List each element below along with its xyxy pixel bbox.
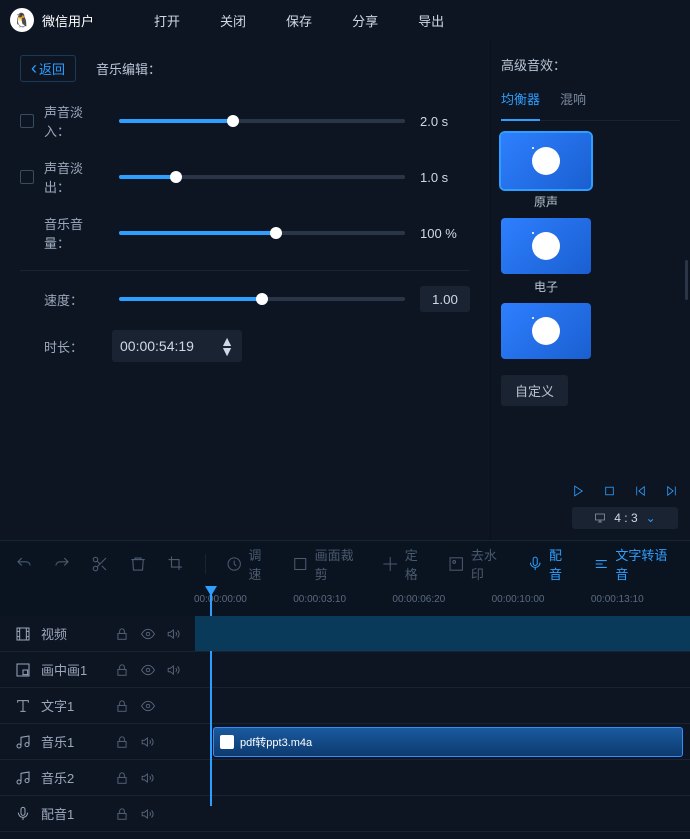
fx-tabs: 均衡器 混响 <box>501 89 680 121</box>
music-icon <box>15 734 31 750</box>
mic-icon <box>15 806 31 822</box>
panel-title: 音乐编辑： <box>96 59 161 78</box>
speed-row: 速度： <box>20 286 470 312</box>
delete-button[interactable] <box>129 555 147 573</box>
cut-button[interactable] <box>91 555 109 573</box>
lock-icon[interactable] <box>115 735 129 749</box>
preset-item[interactable] <box>501 303 591 359</box>
duration-input[interactable]: 00:00:54:19 ▲▼ <box>112 330 242 362</box>
fade-out-row: 声音淡出： 1.0 s <box>20 158 470 196</box>
fade-out-label: 声音淡出： <box>44 158 104 196</box>
sound-icon[interactable] <box>167 627 181 641</box>
volume-label: 音乐音量： <box>44 214 104 252</box>
speed-button[interactable]: 调速 <box>226 545 272 583</box>
volume-row: 音乐音量： 100 % <box>20 214 470 252</box>
lock-icon[interactable] <box>115 663 129 677</box>
preset-original[interactable]: 原声 <box>501 133 591 210</box>
track-dub: 配音1 <box>0 796 690 832</box>
lock-icon[interactable] <box>115 771 129 785</box>
crop-tool-button[interactable] <box>167 555 185 573</box>
track-music1: 音乐1 pdf转ppt3.m4a <box>0 724 690 760</box>
fade-in-label: 声音淡入： <box>44 102 104 140</box>
next-icon[interactable] <box>665 483 678 499</box>
dial-icon <box>532 147 560 175</box>
menu-export[interactable]: 导出 <box>418 11 444 30</box>
crop-button[interactable]: 画面裁剪 <box>292 545 362 583</box>
preset-list: 原声 电子 自定义 <box>501 133 680 406</box>
menu-save[interactable]: 保存 <box>286 11 312 30</box>
aspect-selector[interactable]: 4 : 3 ⌄ <box>572 507 678 529</box>
duration-label: 时长： <box>44 337 104 356</box>
film-icon <box>15 626 31 642</box>
timeline-ruler[interactable]: 00:00:00:00 00:00:03:10 00:00:06:20 00:0… <box>0 586 690 616</box>
fade-out-slider[interactable] <box>119 175 405 179</box>
back-button[interactable]: 返回 <box>20 55 76 82</box>
top-bar: 🐧 微信用户 打开 关闭 保存 分享 导出 <box>0 0 690 40</box>
preview-controls: 4 : 3 ⌄ <box>560 475 690 537</box>
track-video: 视频 你懂的... 阅读器GA版PDF查找.mp4 <box>0 616 690 652</box>
redo-button[interactable] <box>53 555 71 573</box>
top-menu: 打开 关闭 保存 分享 导出 <box>154 11 444 30</box>
music-edit-panel: 返回 音乐编辑： 声音淡入： 2.0 s 声音淡出： 1.0 s 音乐音量： 1… <box>0 40 490 540</box>
user-name: 微信用户 <box>42 11 94 30</box>
eye-icon[interactable] <box>141 699 155 713</box>
sound-icon[interactable] <box>141 807 155 821</box>
pip-icon <box>15 662 31 678</box>
fade-in-slider[interactable] <box>119 119 405 123</box>
lock-icon[interactable] <box>115 627 129 641</box>
duration-value: 00:00:54:19 <box>120 338 220 354</box>
sound-icon[interactable] <box>167 663 181 677</box>
eye-icon[interactable] <box>141 663 155 677</box>
toolbar: 调速 画面裁剪 定格 去水印 配音 文字转语音 <box>0 540 690 586</box>
duration-row: 时长： 00:00:54:19 ▲▼ <box>20 330 470 362</box>
volume-value: 100 % <box>420 226 470 241</box>
watermark-button[interactable]: 去水印 <box>448 545 506 583</box>
tts-button[interactable]: 文字转语音 <box>593 545 675 583</box>
undo-button[interactable] <box>15 555 33 573</box>
music-icon <box>15 770 31 786</box>
speed-label: 速度： <box>44 290 104 309</box>
scrollbar[interactable] <box>685 260 688 300</box>
menu-close[interactable]: 关闭 <box>220 11 246 30</box>
fade-out-checkbox[interactable] <box>20 170 34 184</box>
lock-icon[interactable] <box>115 807 129 821</box>
speed-input[interactable] <box>420 286 470 312</box>
audio-clip-1[interactable]: pdf转ppt3.m4a <box>213 727 683 757</box>
text-icon <box>15 698 31 714</box>
tab-equalizer[interactable]: 均衡器 <box>501 89 540 121</box>
dial-icon <box>532 317 560 345</box>
sound-icon[interactable] <box>141 771 155 785</box>
menu-share[interactable]: 分享 <box>352 11 378 30</box>
chevron-down-icon: ⌄ <box>646 511 656 525</box>
freeze-button[interactable]: 定格 <box>382 545 428 583</box>
menu-open[interactable]: 打开 <box>154 11 180 30</box>
fade-in-value: 2.0 s <box>420 114 470 129</box>
duration-stepper[interactable]: ▲▼ <box>220 336 234 356</box>
dial-icon <box>532 232 560 260</box>
track-music2: 音乐2 <box>0 760 690 796</box>
volume-slider[interactable] <box>119 231 405 235</box>
track-text: 文字1 <box>0 688 690 724</box>
monitor-icon <box>594 512 606 524</box>
fade-in-checkbox[interactable] <box>20 114 34 128</box>
lock-icon[interactable] <box>115 699 129 713</box>
custom-button[interactable]: 自定义 <box>501 375 568 406</box>
stop-icon[interactable] <box>603 483 616 499</box>
fade-out-value: 1.0 s <box>420 170 470 185</box>
preset-electronic[interactable]: 电子 <box>501 218 591 295</box>
avatar[interactable]: 🐧 <box>10 8 34 32</box>
track-pip: 画中画1 <box>0 652 690 688</box>
fade-in-row: 声音淡入： 2.0 s <box>20 102 470 140</box>
fx-title: 高级音效： <box>501 55 680 74</box>
fx-panel: 高级音效： 均衡器 混响 原声 电子 自定义 <box>490 40 690 540</box>
sound-icon[interactable] <box>141 735 155 749</box>
eye-icon[interactable] <box>141 627 155 641</box>
prev-icon[interactable] <box>634 483 647 499</box>
play-icon[interactable] <box>572 483 585 499</box>
dub-button[interactable]: 配音 <box>527 545 573 583</box>
speed-slider[interactable] <box>119 297 405 301</box>
tab-reverb[interactable]: 混响 <box>560 89 586 112</box>
